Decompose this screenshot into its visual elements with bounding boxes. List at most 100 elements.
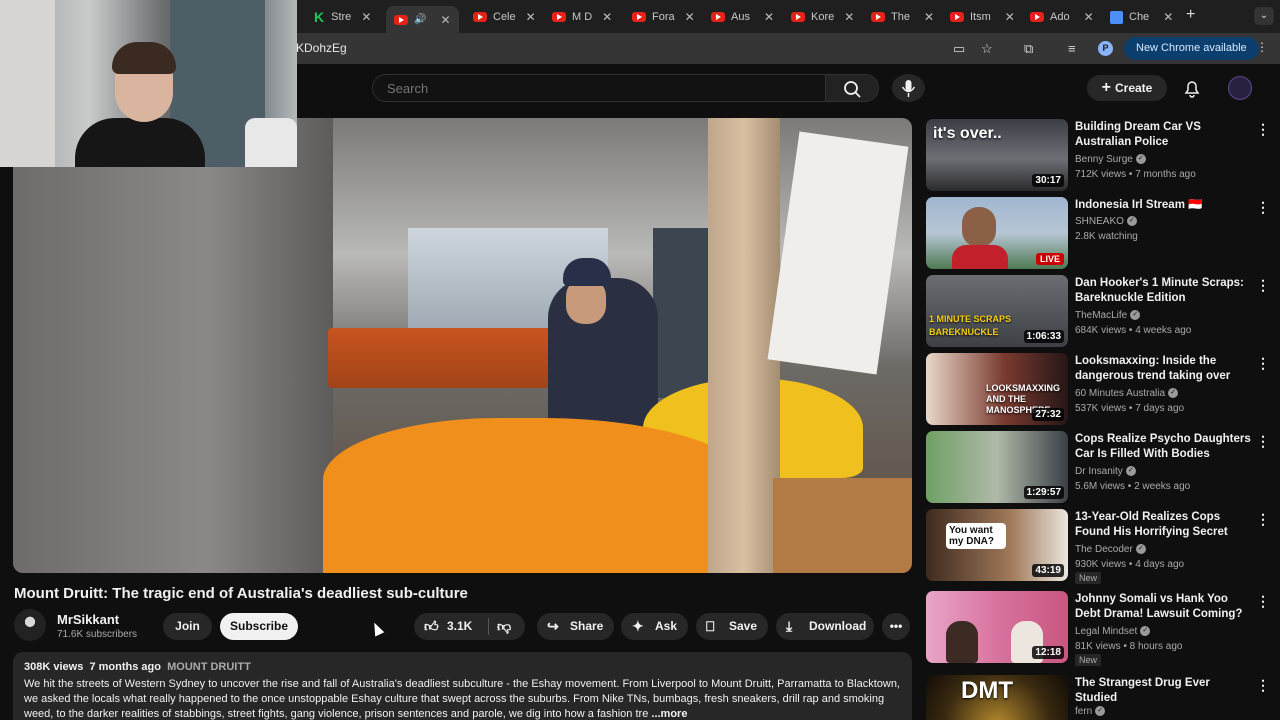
video-thumbnail[interactable]: LIVE xyxy=(926,197,1068,269)
video-thumbnail[interactable]: LOOKSMAXXING AND THE MANOSPHERE 27:32 xyxy=(926,353,1068,425)
thumbs-down-icon[interactable]: 👎︎ xyxy=(497,613,511,640)
bookmark-star-icon[interactable]: ☆ xyxy=(981,41,993,57)
media-controls-icon[interactable]: ≡ xyxy=(1068,41,1076,56)
new-badge: New xyxy=(1075,572,1102,584)
close-icon[interactable]: ✕ xyxy=(1163,10,1173,24)
recommendation-item[interactable]: 1:29:57 Cops Realize Psycho Daughters Ca… xyxy=(926,431,1276,505)
close-icon[interactable]: ✕ xyxy=(1005,10,1015,24)
recommendation-item[interactable]: 12:18 Johnny Somali vs Hank Yoo Debt Dra… xyxy=(926,591,1276,666)
video-thumbnail[interactable]: 1 MINUTE SCRAPS BAREKNUCKLE 1:06:33 xyxy=(926,275,1068,347)
search-box[interactable] xyxy=(372,74,826,102)
new-tab-button[interactable]: + xyxy=(1186,6,1195,24)
browser-tab[interactable]: Cele ✕ xyxy=(473,6,536,28)
description-box[interactable]: 308K views 7 months ago MOUNT DRUITT We … xyxy=(13,652,912,720)
recommendation-title[interactable]: 13-Year-Old Realizes Cops Found His Horr… xyxy=(1075,510,1251,540)
voice-search-button[interactable] xyxy=(892,74,925,102)
recommendation-item[interactable]: You want my DNA? 43:19 13-Year-Old Reali… xyxy=(926,509,1276,584)
recommendation-title[interactable]: Cops Realize Psycho Daughters Car Is Fil… xyxy=(1075,432,1251,462)
recommendation-channel[interactable]: fern ✓ xyxy=(1075,706,1106,717)
duration-badge: 1:29:57 xyxy=(1023,486,1064,499)
chrome-update-button[interactable]: New Chrome available xyxy=(1124,37,1259,60)
recommendation-item[interactable]: it's over.. 30:17 Building Dream Car VS … xyxy=(926,119,1276,193)
address-bar[interactable]: KDohzEg xyxy=(296,41,347,55)
profile-avatar[interactable]: P xyxy=(1098,41,1113,56)
close-icon[interactable]: ✕ xyxy=(685,10,695,24)
join-button[interactable]: Join xyxy=(163,613,212,640)
video-thumbnail[interactable]: 1:29:57 xyxy=(926,431,1068,503)
account-avatar[interactable] xyxy=(1228,76,1252,100)
browser-tab[interactable]: Fora ✕ xyxy=(632,6,695,28)
close-icon[interactable]: ✕ xyxy=(764,10,774,24)
kebab-menu-icon[interactable]: ⋮ xyxy=(1256,593,1270,610)
recommendation-title[interactable]: Looksmaxxing: Inside the dangerous trend… xyxy=(1075,354,1251,385)
channel-name[interactable]: MrSikkant xyxy=(57,612,119,627)
recommendation-channel[interactable]: Benny Surge ✓ xyxy=(1075,154,1146,165)
close-icon[interactable]: ✕ xyxy=(440,13,450,27)
close-icon[interactable]: ✕ xyxy=(844,10,854,24)
recommendation-item[interactable]: LIVE Indonesia Irl Stream 🇮🇩 SHNEAKO ✓ 2.… xyxy=(926,197,1276,271)
recommendation-item[interactable]: DMT The Strangest Drug Ever Studied fern… xyxy=(926,675,1276,720)
notifications-bell-icon[interactable] xyxy=(1182,78,1202,103)
recommendation-title[interactable]: Building Dream Car VS Australian Police xyxy=(1075,120,1251,150)
show-more-link[interactable]: ...more xyxy=(651,708,687,720)
video-thumbnail[interactable]: DMT xyxy=(926,675,1068,720)
recommendation-title[interactable]: The Strangest Drug Ever Studied xyxy=(1075,676,1251,706)
ask-button[interactable]: ✦ Ask xyxy=(621,613,688,640)
close-icon[interactable]: ✕ xyxy=(526,10,536,24)
video-thumbnail[interactable]: it's over.. 30:17 xyxy=(926,119,1068,191)
kebab-menu-icon[interactable]: ⋮ xyxy=(1256,355,1270,372)
recommendation-channel[interactable]: Legal Mindset ✓ xyxy=(1075,626,1151,637)
recommendation-title[interactable]: Johnny Somali vs Hank Yoo Debt Drama! La… xyxy=(1075,592,1251,622)
like-count[interactable]: 3.1K xyxy=(447,613,472,640)
recommendation-channel[interactable]: The Decoder ✓ xyxy=(1075,544,1146,555)
browser-tab[interactable]: The ✕ xyxy=(871,6,934,28)
subscribe-button[interactable]: Subscribe xyxy=(220,613,298,640)
video-thumbnail[interactable]: You want my DNA? 43:19 xyxy=(926,509,1068,581)
close-icon[interactable]: ✕ xyxy=(924,10,934,24)
save-button[interactable]: ⎕ Save xyxy=(696,613,768,640)
video-frame xyxy=(773,478,912,573)
kebab-menu-icon[interactable]: ⋮ xyxy=(1256,199,1270,216)
close-icon[interactable]: ✕ xyxy=(361,10,371,24)
browser-tab[interactable]: K Stre ✕ xyxy=(314,6,371,28)
kebab-menu-icon[interactable]: ⋮ xyxy=(1256,433,1270,450)
browser-tab-active[interactable]: 🔊 ✕ xyxy=(386,6,459,33)
create-button[interactable]: + Create xyxy=(1087,75,1167,101)
kebab-menu-icon[interactable]: ⋮ xyxy=(1256,277,1270,294)
cast-icon[interactable]: ▭ xyxy=(953,41,965,57)
browser-tab[interactable]: Ado ✕ xyxy=(1030,6,1094,28)
recommendation-title[interactable]: Dan Hooker's 1 Minute Scraps: Bareknuckl… xyxy=(1075,276,1251,306)
close-icon[interactable]: ✕ xyxy=(602,10,612,24)
recommendation-channel[interactable]: Dr Insanity ✓ xyxy=(1075,466,1136,477)
search-input[interactable] xyxy=(387,81,807,96)
browser-tab[interactable]: Che ✕ xyxy=(1110,6,1173,28)
thumbs-up-icon[interactable]: 👍︎ xyxy=(424,613,439,640)
recommendation-item[interactable]: LOOKSMAXXING AND THE MANOSPHERE 27:32 Lo… xyxy=(926,353,1276,427)
recommendation-channel[interactable]: TheMacLife ✓ xyxy=(1075,310,1141,321)
browser-tab[interactable]: Aus ✕ xyxy=(711,6,774,28)
kebab-menu-icon[interactable]: ⋮ xyxy=(1256,677,1270,694)
browser-tab[interactable]: M D ✕ xyxy=(552,6,612,28)
kebab-menu-icon[interactable]: ⋮ xyxy=(1256,511,1270,528)
extensions-icon[interactable]: ⧉ xyxy=(1024,41,1033,57)
browser-tab[interactable]: Itsm ✕ xyxy=(950,6,1015,28)
recommendation-channel[interactable]: SHNEAKO ✓ xyxy=(1075,216,1137,227)
video-player[interactable] xyxy=(13,118,912,573)
more-actions-button[interactable]: ••• xyxy=(882,613,910,640)
recommendation-channel[interactable]: 60 Minutes Australia ✓ xyxy=(1075,388,1179,399)
browser-tab[interactable]: Kore ✕ xyxy=(791,6,854,28)
location-tag[interactable]: MOUNT DRUITT xyxy=(167,661,251,673)
close-icon[interactable]: ✕ xyxy=(1084,10,1094,24)
recommendation-item[interactable]: 1 MINUTE SCRAPS BAREKNUCKLE 1:06:33 Dan … xyxy=(926,275,1276,349)
tab-search-button[interactable]: ⌄ xyxy=(1254,7,1274,25)
video-thumbnail[interactable]: 12:18 xyxy=(926,591,1068,663)
share-button[interactable]: ↪ Share xyxy=(537,613,614,640)
search-button[interactable] xyxy=(825,74,879,102)
recommendation-title[interactable]: Indonesia Irl Stream 🇮🇩 xyxy=(1075,198,1251,213)
channel-avatar[interactable] xyxy=(14,609,46,641)
download-button[interactable]: ⤓ Download xyxy=(776,613,874,640)
kebab-menu-icon[interactable]: ⋮ xyxy=(1256,121,1270,138)
kebab-menu-icon[interactable]: ⋮ xyxy=(1256,40,1268,54)
audio-icon[interactable]: 🔊 xyxy=(414,14,426,25)
ask-label: Ask xyxy=(655,619,678,633)
